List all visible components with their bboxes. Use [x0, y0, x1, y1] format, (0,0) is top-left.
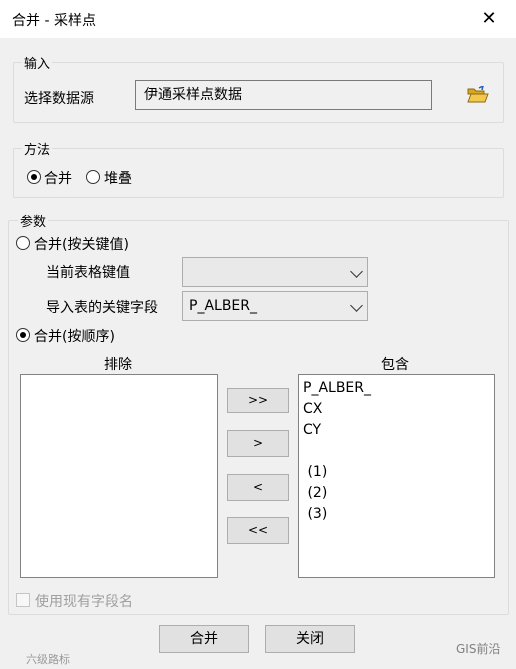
add-all-button[interactable]: >> — [227, 388, 289, 413]
close-button[interactable]: 关闭 — [265, 625, 355, 653]
chevron-down-icon — [350, 299, 363, 312]
method-group-label: 方法 — [22, 139, 53, 158]
include-list[interactable]: P_ALBER_ CX CY (1) (2) (3) — [298, 374, 495, 578]
import-key-select[interactable]: P_ALBER_ — [182, 291, 368, 321]
data-source-field: 伊通采样点数据 — [135, 80, 432, 110]
close-icon[interactable]: ✕ — [476, 6, 502, 32]
merge-by-order-radio[interactable] — [16, 328, 30, 342]
method-stack-label[interactable]: 堆叠 — [104, 168, 132, 188]
import-key-label: 导入表的关键字段 — [46, 300, 158, 316]
watermark-right: GIS前沿 — [456, 642, 501, 656]
exclude-list[interactable] — [20, 374, 218, 578]
title-bar: 合并 - 采样点 ✕ — [0, 0, 516, 38]
remove-button[interactable]: < — [227, 474, 289, 501]
exclude-header: 排除 — [104, 357, 132, 373]
include-header: 包含 — [381, 357, 409, 373]
list-item[interactable]: (2) — [299, 483, 494, 504]
current-key-select[interactable] — [182, 257, 368, 287]
list-item[interactable]: CY — [299, 420, 494, 441]
params-group-label: 参数 — [18, 211, 49, 230]
merge-by-key-label[interactable]: 合并(按关键值) — [34, 234, 129, 254]
method-merge-radio[interactable] — [27, 170, 41, 184]
data-source-label: 选择数据源 — [24, 91, 94, 107]
list-item[interactable]: (1) — [299, 462, 494, 483]
list-item[interactable]: (3) — [299, 504, 494, 525]
open-folder-icon[interactable] — [467, 84, 489, 104]
use-existing-names-label: 使用现有字段名 — [35, 594, 133, 610]
import-key-value: P_ALBER_ — [189, 298, 257, 314]
method-stack-radio[interactable] — [86, 170, 100, 184]
add-button[interactable]: > — [227, 430, 289, 457]
input-group-label: 输入 — [22, 53, 53, 72]
chevron-down-icon — [350, 265, 363, 278]
merge-by-order-label[interactable]: 合并(按顺序) — [34, 326, 115, 346]
list-item[interactable] — [299, 441, 494, 462]
method-merge-label[interactable]: 合并 — [44, 168, 72, 188]
merge-by-key-radio[interactable] — [16, 236, 30, 250]
remove-all-button[interactable]: << — [227, 517, 289, 544]
use-existing-names-checkbox[interactable] — [16, 593, 30, 607]
list-item[interactable]: CX — [299, 399, 494, 420]
window-title: 合并 - 采样点 — [12, 13, 96, 29]
watermark-left: 六级路标 — [26, 653, 70, 666]
list-item[interactable]: P_ALBER_ — [299, 378, 494, 399]
current-key-label: 当前表格键值 — [46, 265, 130, 281]
merge-button[interactable]: 合并 — [159, 625, 249, 653]
